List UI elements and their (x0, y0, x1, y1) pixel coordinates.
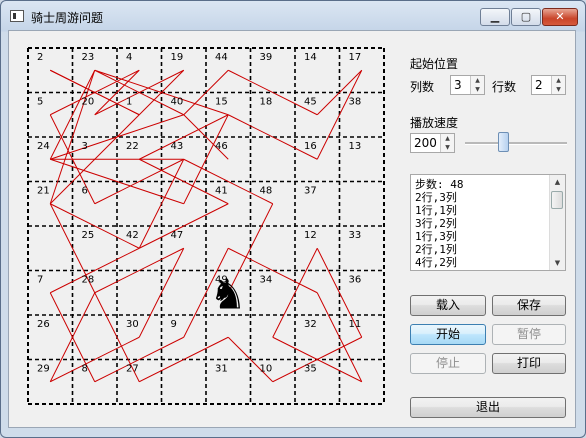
board-cell-number: 8 (82, 364, 88, 375)
board-cell-number: 1 (126, 97, 132, 108)
speed-slider-track[interactable] (465, 142, 567, 145)
row-spinbox[interactable]: 2 ▲ ▼ (531, 75, 566, 95)
scroll-thumb[interactable] (551, 191, 563, 209)
board-cell-number: 36 (349, 275, 362, 286)
board-cell-number: 34 (260, 275, 273, 286)
board-cell-number: 21 (37, 186, 50, 197)
board-cell-number: 7 (37, 275, 43, 286)
board-cell-number: 45 (304, 97, 317, 108)
load-button[interactable]: 载入 (410, 295, 486, 316)
board-cell-number: 9 (171, 319, 177, 330)
speed-spin-arrows[interactable]: ▲ ▼ (440, 134, 454, 152)
start-button[interactable]: 开始 (410, 324, 486, 345)
board-cell-number: 41 (215, 186, 228, 197)
spin-up-icon[interactable]: ▲ (552, 76, 565, 85)
board-cell-number: 15 (215, 97, 228, 108)
board-cell-number: 17 (349, 52, 362, 63)
spin-down-icon[interactable]: ▼ (552, 85, 565, 94)
board-cell-number: 4 (126, 52, 132, 63)
board-cell-number: 26 (37, 319, 50, 330)
board-cell-number: 24 (37, 141, 50, 152)
board-cell-number: 22 (126, 141, 139, 152)
board-cell-number: 14 (304, 52, 317, 63)
board-cell-number: 6 (82, 186, 88, 197)
speed-spinbox[interactable]: 200 ▲ ▼ (410, 133, 455, 153)
spin-up-icon[interactable]: ▲ (471, 76, 484, 85)
board-cell-number: 32 (304, 319, 317, 330)
board-cell-number: 38 (349, 97, 362, 108)
knight-path-segment (139, 158, 229, 205)
board-cell-number: 20 (82, 97, 95, 108)
step-log-lines: 步数: 48 2行,3列 1行,1列 3行,2列 1行,3列 2行,1列 4行,2列 (415, 178, 464, 269)
print-button[interactable]: 打印 (492, 353, 566, 374)
board-cell-number: 16 (304, 141, 317, 152)
board-cell-number: 23 (82, 52, 95, 63)
board-cell-number: 47 (171, 230, 184, 241)
knight-path-segment (316, 292, 363, 382)
board-cell-number: 43 (171, 141, 184, 152)
board-cell-number: 11 (349, 319, 362, 330)
board-cell-number: 29 (37, 364, 50, 375)
spin-down-icon[interactable]: ▼ (441, 143, 454, 152)
board-cell-number: 5 (37, 97, 43, 108)
column-spinbox[interactable]: 3 ▲ ▼ (450, 75, 485, 95)
log-line: 4行,2列 (415, 256, 457, 269)
log-line: 1行,1列 (415, 204, 457, 217)
column-label: 列数 (410, 80, 435, 94)
board-cell-number: 31 (215, 364, 228, 375)
log-line: 步数: 48 (415, 178, 464, 191)
board-cell-number: 46 (215, 141, 228, 152)
board-cell-number: 2 (37, 52, 43, 63)
board-cell-number: 12 (304, 230, 317, 241)
board-cell-number: 33 (349, 230, 362, 241)
board-cell-number: 40 (171, 97, 184, 108)
board-cell-number: 30 (126, 319, 139, 330)
board-cell-number: 44 (215, 52, 228, 63)
knight-piece-icon: ♞ (209, 270, 247, 319)
start-position-heading: 起始位置 (410, 57, 459, 71)
exit-button[interactable]: 退出 (410, 397, 566, 418)
board-cell-number: 42 (126, 230, 139, 241)
board-cell-number: 39 (260, 52, 273, 63)
pause-button[interactable]: 暂停 (492, 324, 566, 345)
log-line: 2行,3列 (415, 191, 457, 204)
row-value: 2 (535, 78, 543, 92)
speed-value: 200 (414, 136, 437, 150)
board-cell-number: 10 (260, 364, 273, 375)
knight-path-segment (139, 203, 229, 249)
step-log[interactable]: 步数: 48 2行,3列 1行,1列 3行,2列 1行,3列 2行,1列 4行,2列 ▲ ▼ (410, 174, 566, 271)
board-cell-number: 25 (82, 230, 95, 241)
board-cell-number: 48 (260, 186, 273, 197)
board-cell-number: 13 (349, 141, 362, 152)
scroll-down-icon[interactable]: ▼ (550, 256, 565, 270)
scroll-up-icon[interactable]: ▲ (550, 175, 565, 189)
log-line: 1行,3列 (415, 230, 457, 243)
spin-down-icon[interactable]: ▼ (471, 85, 484, 94)
row-label: 行数 (492, 80, 517, 94)
row-spin-arrows[interactable]: ▲ ▼ (551, 76, 565, 94)
log-line: 3行,2列 (415, 217, 457, 230)
board-cell-number: 27 (126, 364, 139, 375)
knight-path-segment (139, 114, 229, 160)
board-cell-number: 3 (82, 141, 88, 152)
board-cell-number: 18 (260, 97, 273, 108)
log-line: 2行,1列 (415, 243, 457, 256)
speed-slider-thumb[interactable] (497, 132, 509, 152)
board-cell-number: 37 (304, 186, 317, 197)
column-spin-arrows[interactable]: ▲ ▼ (470, 76, 484, 94)
log-scrollbar[interactable]: ▲ ▼ (549, 175, 565, 270)
stop-button[interactable]: 停止 (410, 353, 486, 374)
speed-heading: 播放速度 (410, 116, 459, 130)
board-cell-number: 35 (304, 364, 317, 375)
spin-up-icon[interactable]: ▲ (441, 134, 454, 143)
save-button[interactable]: 保存 (492, 295, 566, 316)
board-cell-number: 19 (171, 52, 184, 63)
board-cell-number: 28 (82, 275, 95, 286)
column-value: 3 (454, 78, 462, 92)
knight-path-segment (139, 336, 229, 383)
